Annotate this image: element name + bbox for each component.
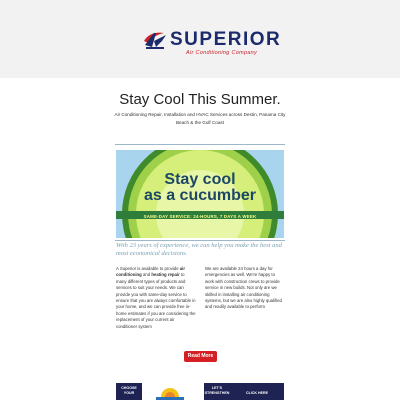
hero-service-strip: SAME-DAY SERVICE: 24-HOURS, 7 DAYS A WEE… [143,214,257,219]
promo-click-here[interactable]: CLICK HERE [230,383,284,400]
read-more-button[interactable]: Read More [184,351,217,362]
superior-logo[interactable]: SUPERIOR Air Conditioning Company [142,27,280,63]
hero-title-line1: Stay cool [164,171,236,188]
body-left-text-a: A Superior is available to provide [116,266,180,271]
promo-strengthen[interactable]: LET'S STRENGTHEN [204,383,230,400]
promo-image[interactable] [142,383,198,400]
promo-strengthen-line2: STRENGTHEN [204,391,230,395]
logo-wordmark: SUPERIOR [170,29,282,50]
promo-sun-graphic [156,388,184,400]
body-left-text-b: and [141,272,152,278]
body-left-bold-heating: heating repair [151,272,180,278]
hero-banner[interactable]: Stay cool as a cucumber SAME-DAY SERVICE… [116,150,284,238]
body-column-left: A Superior is available to provide air c… [116,266,196,330]
experience-tagline: With 23 years of experience, we can help… [116,242,282,257]
logo-tagline: Air Conditioning Company [186,50,258,56]
promo-choose-line2: YOUR [123,391,135,395]
page-subheadline: Air Conditioning Repair, Installation an… [114,112,286,125]
email-header: SUPERIOR Air Conditioning Company [0,0,400,78]
divider-mid [115,240,285,241]
divider-top [115,144,285,145]
page-headline: Stay Cool This Summer. [119,91,281,108]
promo-click-here-label: CLICK HERE [246,391,268,395]
logo-mark-icon [144,32,166,49]
body-left-text-c: to many different types of products and … [116,272,196,329]
hero-title-line2: as a cucumber [143,187,257,204]
promo-choose[interactable]: CHOOSE YOUR [116,383,142,400]
body-column-right: We are available 24 hours a day for emer… [205,266,282,310]
hero-title: Stay cool as a cucumber [116,172,284,204]
